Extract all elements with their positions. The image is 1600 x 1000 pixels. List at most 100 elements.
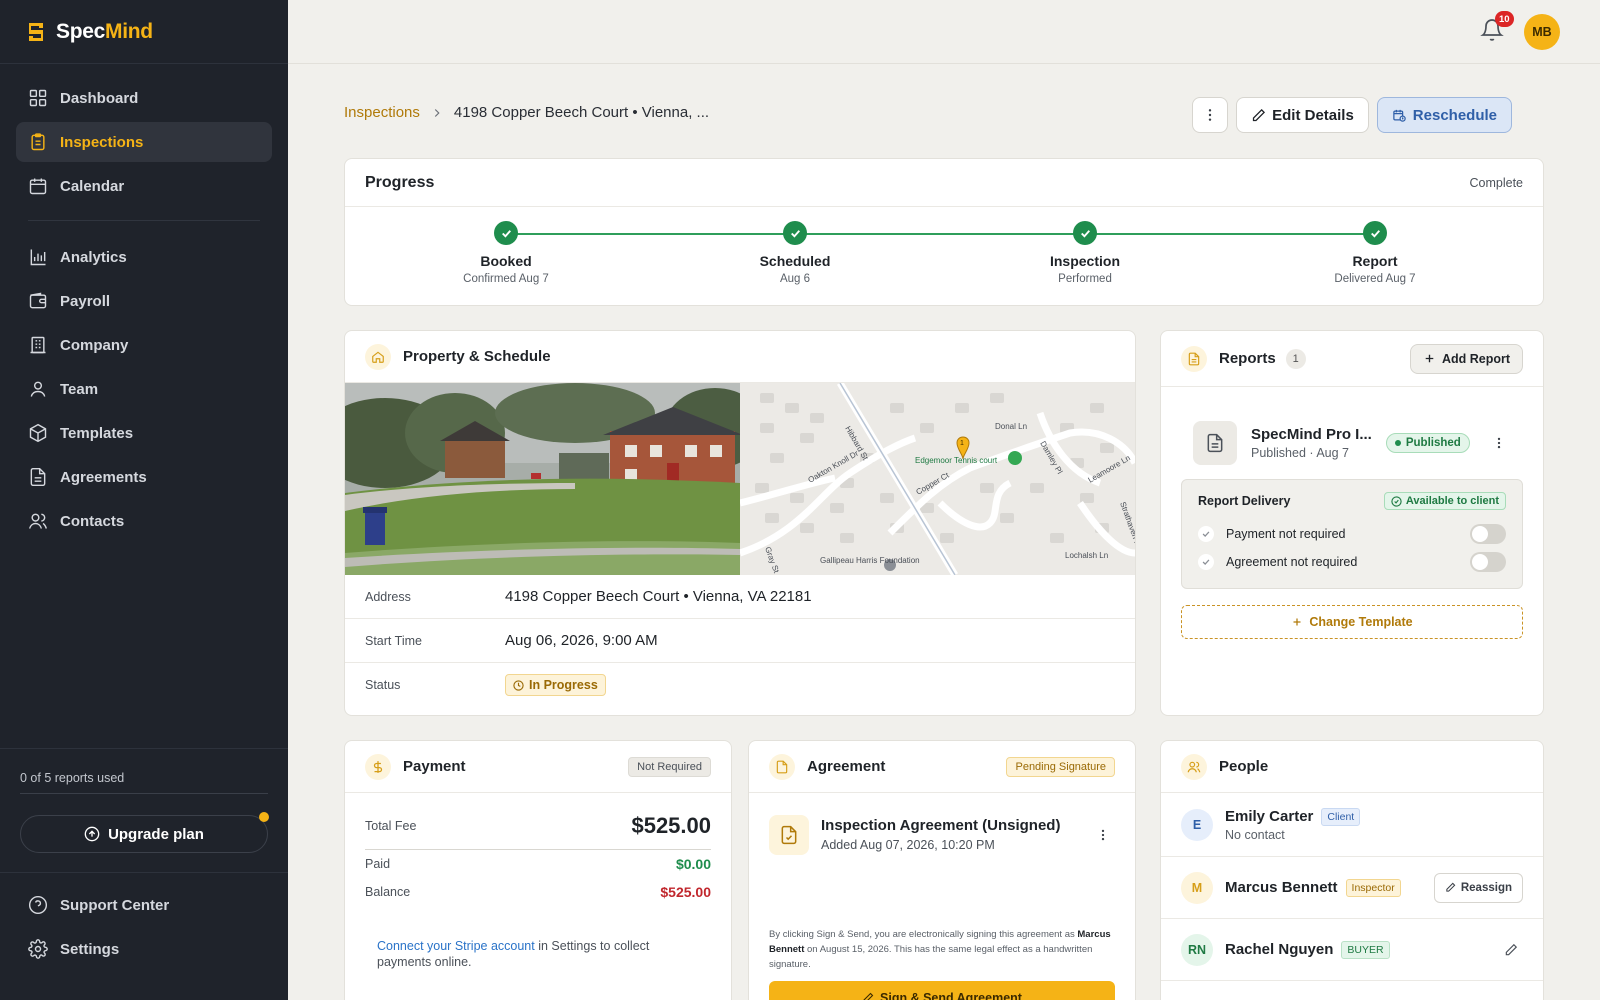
reports-title: Reports [1219,350,1276,367]
total-fee-label: Total Fee [365,819,417,833]
address-value: 4198 Copper Beech Court • Vienna, VA 221… [505,588,812,605]
report-menu-button[interactable] [1487,431,1511,455]
avatar: RN [1181,933,1213,966]
progress-card: Progress Complete Booked Confirmed Aug 7… [344,158,1544,306]
sidebar-item-label: Analytics [60,248,127,266]
breadcrumb: Inspections 4198 Copper Beech Court • Vi… [344,104,709,121]
sidebar: SpecMind Dashboard Inspections Calendar … [0,0,288,1000]
reschedule-button[interactable]: Reschedule [1376,97,1512,133]
payment-not-required-row: Payment not required [1198,520,1506,548]
map-pin-label: 1 [960,440,964,447]
upgrade-plan-button[interactable]: Upgrade plan [20,812,269,853]
step-label: Report [1352,253,1398,269]
reassign-button[interactable]: Reassign [1433,872,1523,903]
sidebar-item-settings[interactable]: Settings [16,929,272,969]
wallet-icon [29,292,47,309]
person-contact: No contact [1225,827,1285,842]
home-icon [365,343,391,370]
nav-divider [28,220,260,221]
more-actions-button[interactable] [1192,97,1229,133]
connect-stripe-link[interactable]: Connect your Stripe account [377,939,535,953]
sidebar-item-team[interactable]: Team [16,369,272,409]
main-nav: Dashboard Inspections Calendar Analytics… [0,64,288,541]
more-vertical-icon [1101,829,1105,841]
address-row: Address 4198 Copper Beech Court • Vienna… [345,575,1135,619]
person-row-buyer[interactable]: RN Rachel Nguyen BUYER [1161,919,1543,981]
step-label: Booked [480,253,532,269]
check-icon [1363,221,1387,245]
plus-icon [1293,618,1301,626]
sidebar-item-support-center[interactable]: Support Center [16,885,272,925]
property-media: 1 Hibbard St Oakton Knoll Dr Copper Ct D… [345,383,1135,575]
sidebar-item-label: Contacts [60,512,125,530]
edit-person-button[interactable] [1499,938,1523,962]
sidebar-item-analytics[interactable]: Analytics [16,237,272,277]
sidebar-item-contacts[interactable]: Contacts [16,501,272,541]
pencil-icon [1446,882,1456,892]
reports-header: Reports 1 Add Report [1161,331,1543,387]
not-required-badge: Not Required [628,756,711,777]
balance-label: Balance [365,885,411,899]
report-delivery-panel: Report Delivery Available to client Paym… [1181,479,1523,589]
brand-name: SpecMind [56,19,153,43]
progress-status: Complete [1469,175,1524,190]
usage-text: 0 of 5 reports used [20,771,125,785]
agreement-not-required-toggle[interactable] [1470,552,1506,572]
specmind-logo-icon [29,22,43,41]
paid-value: $0.00 [675,856,711,872]
street-view-photo[interactable] [345,383,740,575]
sidebar-item-company[interactable]: Company [16,325,272,365]
sidebar-item-payroll[interactable]: Payroll [16,281,272,321]
agreement-item[interactable]: Inspection Agreement (Unsigned) Added Au… [749,793,1135,855]
sidebar-item-templates[interactable]: Templates [16,413,272,453]
role-badge: BUYER [1341,940,1390,959]
check-icon [783,221,807,245]
map-label: Lochalsh Ln [1065,551,1108,560]
sidebar-item-dashboard[interactable]: Dashboard [16,78,272,118]
sidebar-item-label: Inspections [60,133,144,151]
agreement-menu-button[interactable] [1091,823,1115,847]
document-icon [1181,345,1207,372]
report-name: SpecMind Pro I... [1251,426,1372,443]
reassign-label: Reassign [1460,881,1512,894]
available-label: Available to client [1405,495,1499,507]
person-name: Emily Carter [1225,808,1314,825]
user-avatar[interactable]: MB [1524,14,1560,50]
person-row-inspector[interactable]: M Marcus Bennett Inspector Reassign [1161,857,1543,919]
pencil-icon [1252,108,1266,121]
change-template-button[interactable]: Change Template [1181,605,1523,639]
payment-title: Payment [403,758,466,775]
paid-row: Paid $0.00 [365,850,711,878]
sidebar-item-inspections[interactable]: Inspections [16,122,272,162]
start-time-row: Start Time Aug 06, 2026, 9:00 AM [345,619,1135,663]
add-report-label: Add Report [1441,351,1510,366]
edit-details-button[interactable]: Edit Details [1236,97,1369,133]
report-item[interactable]: SpecMind Pro I... Published · Aug 7 Publ… [1161,387,1543,465]
progress-steps: Booked Confirmed Aug 7 Scheduled Aug 6 I… [345,207,1543,303]
property-header: Property & Schedule [345,331,1135,383]
progress-step-report: Report Delivered Aug 7 [1295,221,1455,285]
breadcrumb-current: 4198 Copper Beech Court • Vienna, ... [453,104,710,121]
brand-logo[interactable]: SpecMind [0,0,288,64]
agreement-card: Agreement Pending Signature Inspection A… [748,740,1136,1000]
report-file-icon [1193,421,1237,465]
sidebar-item-calendar[interactable]: Calendar [16,166,272,206]
sidebar-item-agreements[interactable]: Agreements [16,457,272,497]
delivery-header: Report Delivery Available to client [1198,492,1506,510]
header-actions: Edit Details Reschedule [1192,97,1512,133]
pending-signature-badge: Pending Signature [1006,756,1115,777]
sidebar-item-label: Support Center [60,896,170,914]
agreement-name: Inspection Agreement (Unsigned) [821,817,1061,834]
calendar-icon [29,178,47,195]
person-name: Marcus Bennett [1225,879,1338,896]
property-map[interactable]: 1 Hibbard St Oakton Knoll Dr Copper Ct D… [740,383,1135,575]
plus-icon [1425,354,1434,363]
person-row-client[interactable]: E Emily Carter Client No contact [1161,793,1543,857]
add-report-button[interactable]: Add Report [1409,343,1523,374]
start-time-value: Aug 06, 2026, 9:00 AM [505,632,658,649]
breadcrumb-inspections-link[interactable]: Inspections [344,104,420,121]
sign-send-agreement-button[interactable]: Sign & Send Agreement [769,980,1115,1000]
payment-not-required-toggle[interactable] [1470,524,1506,544]
step-sub: Confirmed Aug 7 [463,273,549,285]
check-icon [1198,554,1214,570]
